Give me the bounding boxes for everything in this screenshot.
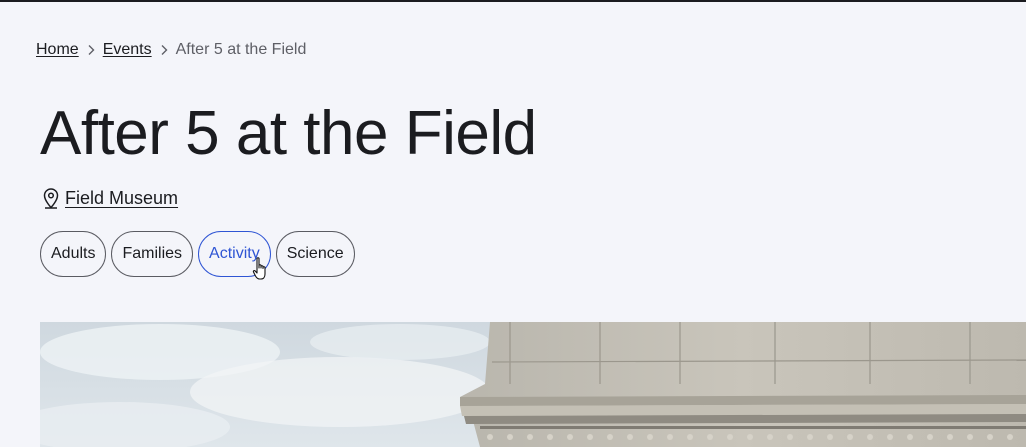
- tag-adults[interactable]: Adults: [40, 231, 107, 277]
- top-border: [0, 0, 1026, 2]
- tag-list: Adults Families Activity Science: [40, 231, 355, 277]
- page-title: After 5 at the Field: [40, 99, 537, 168]
- tag-families[interactable]: Families: [111, 231, 194, 277]
- map-pin-icon: [42, 187, 62, 209]
- event-location: Field Museum: [42, 186, 178, 210]
- breadcrumb: Home Events After 5 at the Field: [36, 40, 306, 60]
- location-link[interactable]: Field Museum: [65, 186, 178, 210]
- breadcrumb-events-link[interactable]: Events: [103, 40, 152, 60]
- breadcrumb-current: After 5 at the Field: [175, 41, 307, 58]
- tag-science[interactable]: Science: [275, 231, 355, 277]
- hand-pointer-icon: [252, 257, 266, 280]
- breadcrumb-home-link[interactable]: Home: [36, 40, 79, 60]
- hero-image: [40, 322, 1026, 447]
- chevron-right-icon: [79, 40, 103, 60]
- chevron-right-icon: [152, 40, 176, 60]
